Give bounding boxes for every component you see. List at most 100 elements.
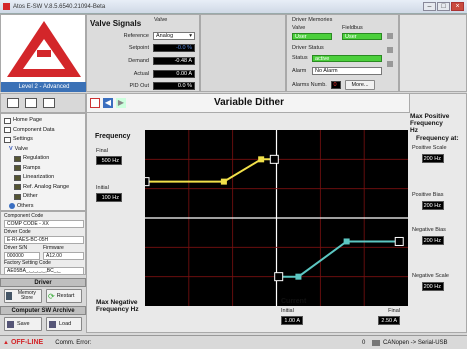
save-button[interactable]: Save [4, 317, 42, 331]
save-icon [7, 320, 14, 328]
frequency-initial-input[interactable]: 100 Hz [96, 193, 122, 202]
chart-point [269, 154, 279, 164]
frequency-final-label: Final [96, 148, 108, 154]
tree-item-linearization[interactable]: Linearization [4, 173, 82, 183]
header-right-blank [399, 14, 467, 92]
chart-point [295, 273, 302, 280]
reference-value: Analog [156, 33, 174, 39]
negative-bias-value[interactable]: 200 Hz [422, 236, 444, 245]
frequency-at-label: Frequency at: [416, 135, 459, 142]
chart-point [274, 272, 284, 282]
negative-frequency-line [278, 240, 400, 278]
component-code-value: COMP CODE - XX [4, 220, 84, 228]
factory-setting-label: Factory Setting Code [4, 260, 51, 266]
memory-store-button[interactable]: Memory Store [4, 289, 42, 303]
tree-item-others[interactable]: Others [4, 202, 82, 212]
left-toolbar [0, 93, 86, 113]
current-initial-label: Initial [281, 308, 294, 314]
tree-item-ramps[interactable]: Ramps [4, 164, 82, 174]
positive-bias-value[interactable]: 200 Hz [422, 201, 444, 210]
positive-scale-value[interactable]: 200 Hz [422, 154, 444, 163]
comm-error-label: Comm. Error: [55, 339, 92, 346]
gear-icon [4, 136, 11, 143]
home-icon [4, 117, 11, 124]
atos-logo [7, 21, 81, 77]
demand-value: -0.48 A [153, 57, 195, 65]
alarm-label: Alarm [292, 68, 307, 74]
memory-valve-value: User [292, 33, 332, 40]
linearization-icon [14, 174, 21, 181]
tree-item-valve[interactable]: V Valve [4, 145, 82, 155]
load-button[interactable]: Load [46, 317, 82, 331]
logo-panel: Level 2 - Advanced [0, 14, 87, 92]
current-initial-input[interactable]: 1.00 A [281, 316, 303, 325]
print-icon[interactable] [43, 98, 55, 108]
regulation-icon [14, 155, 21, 162]
memory-icon [6, 292, 12, 300]
driver-status-title: Driver Status [292, 45, 324, 51]
maximize-button[interactable]: □ [437, 2, 450, 11]
current-title: Current [281, 298, 307, 305]
others-icon [9, 203, 15, 210]
archive-header: Computer SW Archive [0, 306, 86, 315]
frequency-panel: Frequency Final 500 Hz Initial 100 Hz [92, 130, 144, 210]
tree-item-home-page[interactable]: Home Page [4, 116, 82, 126]
restart-button[interactable]: ⟳ Restart [46, 289, 82, 303]
status-bar: ▲ OFF-LINE Comm. Error: 0 CANopen -> Ser… [0, 335, 467, 349]
tree-item-settings[interactable]: Settings [4, 135, 82, 145]
actual-label: Actual [133, 71, 149, 77]
current-panel: Current Initial Final 1.00 A 2.50 A [278, 298, 406, 328]
dither-chart [145, 130, 408, 306]
offline-status: OFF-LINE [10, 339, 44, 346]
valve-signals-panel: Valve Signals Valve Reference Analog ▾ S… [86, 14, 200, 92]
current-final-input[interactable]: 2.50 A [378, 316, 400, 325]
factory-setting-value: AE05BA_,_,_,_,_,BC_,_ [4, 267, 84, 275]
more-button[interactable]: More... [345, 80, 375, 90]
window-title: Atos E-SW V.8.5.6540.21094-Beta [13, 3, 106, 10]
tree-item-dither[interactable]: Dither [4, 192, 82, 202]
reference-label: Reference [123, 33, 149, 39]
component-info-panel: Component Code COMP CODE - XX Driver Cod… [0, 211, 86, 275]
restart-icon: ⟳ [48, 291, 55, 301]
memory-fieldbus-value: User [342, 33, 382, 40]
memory-fieldbus-label: Fieldbus [342, 25, 363, 31]
load-icon [49, 320, 56, 328]
negative-scale-value[interactable]: 200 Hz [422, 282, 444, 291]
alarms-numb-label: Alarms Numb. [292, 82, 327, 88]
reference-select[interactable]: Analog ▾ [153, 32, 195, 40]
setpoint-value: -0.0 % [153, 44, 195, 52]
tree-item-ref-analog-range[interactable]: Ref. Analog Range [4, 183, 82, 193]
page-header: ◀ ▶ Variable Dither [86, 93, 410, 113]
demand-label: Demand [128, 58, 149, 64]
chevron-down-icon: ▾ [189, 33, 192, 39]
right-panel: Max Positive Frequency Hz Frequency at: … [410, 113, 466, 293]
valve-signals-title: Valve Signals [90, 19, 142, 28]
tree-item-regulation[interactable]: Regulation [4, 154, 82, 164]
driver-code-value: E-RI-AES-BC-05H [4, 236, 84, 244]
frequency-final-input[interactable]: 500 Hz [96, 156, 122, 165]
level-label: Level 2 - Advanced [1, 82, 87, 92]
title-bar: Atos E-SW V.8.5.6540.21094-Beta – □ × [0, 0, 467, 14]
valve-column-label: Valve [154, 17, 168, 23]
home-page-icon[interactable] [7, 98, 19, 108]
max-positive-label: Max Positive Frequency Hz [410, 113, 450, 134]
alarm-value: No Alarm [312, 67, 382, 75]
app-icon [3, 3, 10, 10]
pid-out-value: 0.0 % [153, 82, 195, 90]
close-button[interactable]: × [451, 2, 464, 11]
negative-bias-label: Negative Bias [412, 227, 446, 233]
negative-scale-label: Negative Scale [412, 273, 449, 279]
component-code-label: Component Code [4, 213, 44, 219]
firmware-label: Firmware [43, 245, 64, 251]
signals-spacer [200, 14, 286, 92]
offline-icon: ▲ [3, 339, 9, 346]
chart-point [258, 156, 265, 163]
driver-memories-title: Driver Memories [292, 17, 333, 23]
tree-item-component-data[interactable]: Component Data [4, 126, 82, 136]
minimize-button[interactable]: – [423, 2, 436, 11]
port-count: 0 [362, 339, 366, 346]
view-icon[interactable] [25, 98, 37, 108]
frequency-initial-label: Initial [96, 185, 109, 191]
status-label: Status [292, 55, 308, 61]
current-final-label: Final [388, 308, 400, 314]
